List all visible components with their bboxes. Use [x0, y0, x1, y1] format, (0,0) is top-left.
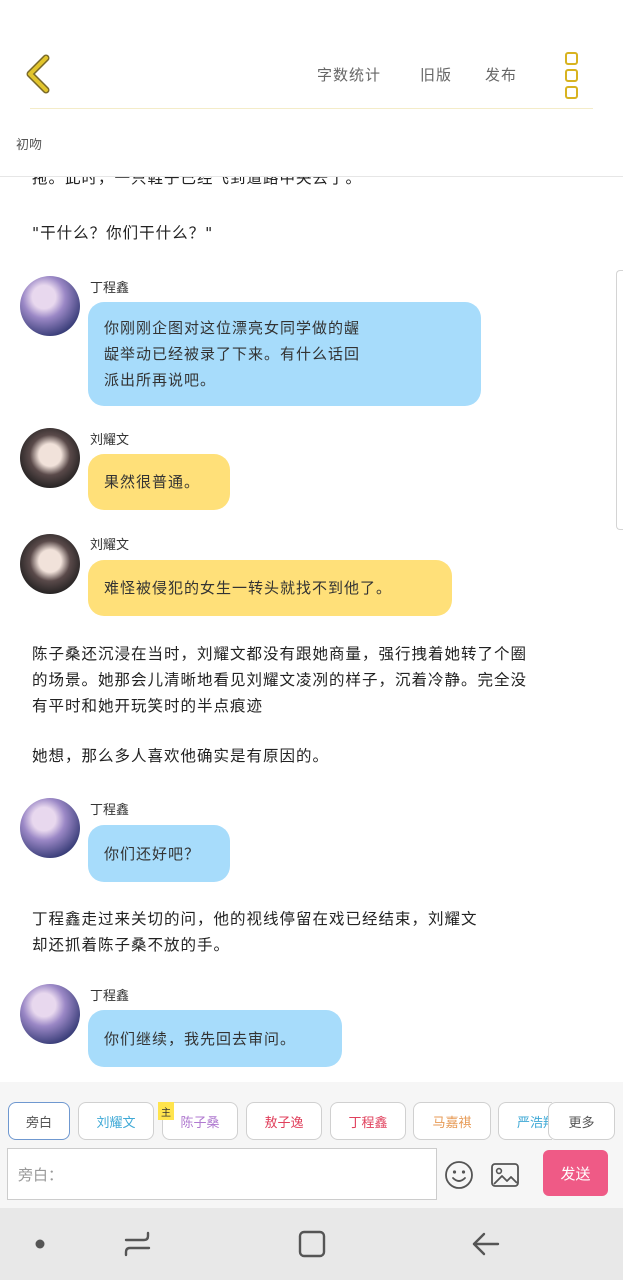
- narration-line: 的场景。她那会儿清晰地看见刘耀文凌冽的样子，沉着冷静。完全没: [32, 671, 528, 689]
- avatar-ding[interactable]: [20, 798, 80, 858]
- speaker-name: 丁程鑫: [90, 803, 130, 818]
- smiley-icon: [445, 1161, 473, 1189]
- send-button[interactable]: 发送: [543, 1150, 608, 1196]
- speaker-name: 刘耀文: [90, 433, 130, 448]
- home-square-icon: [298, 1230, 326, 1258]
- home-button[interactable]: [292, 1226, 332, 1262]
- back-button[interactable]: [22, 52, 58, 96]
- message-text: 你们还好吧？: [104, 844, 201, 863]
- narration-line: 陈子桑还沉浸在当时，刘耀文都没有跟她商量，强行拽着她转了个圈: [32, 645, 528, 663]
- more-menu-button[interactable]: [565, 52, 581, 99]
- avatar-ding[interactable]: [20, 276, 80, 336]
- story-content: 拖。此时，一只鞋子已经飞到道路中央去了。 "干什么？你们干什么？" 丁程鑫 你刚…: [0, 177, 623, 1082]
- message-line: 派出所再说吧。: [104, 371, 217, 389]
- role-chip-ao[interactable]: 敖子逸: [246, 1102, 322, 1140]
- message-bubble[interactable]: 你们继续，我先回去审问。: [88, 1010, 342, 1067]
- avatar-liu[interactable]: [20, 534, 80, 594]
- emoji-button[interactable]: [444, 1160, 474, 1190]
- message-line: 你刚刚企图对这位漂亮女同学做的龌: [104, 319, 361, 337]
- recent-apps-icon: [124, 1231, 151, 1257]
- image-icon: [491, 1163, 519, 1187]
- top-bar: 字数统计 旧版 发布: [0, 0, 623, 110]
- narration-line: 却还抓着陈子桑不放的手。: [32, 936, 231, 954]
- role-chip-aside[interactable]: 旁白: [8, 1102, 70, 1140]
- avatar-liu[interactable]: [20, 428, 80, 488]
- message-bubble[interactable]: 你刚刚企图对这位漂亮女同学做的龌 龊举动已经被录了下来。有什么话回 派出所再说吧…: [88, 302, 481, 406]
- message-bubble[interactable]: 难怪被侵犯的女生一转头就找不到他了。: [88, 560, 452, 616]
- recent-apps-button[interactable]: [118, 1226, 158, 1262]
- main-role-tag: 主: [158, 1102, 174, 1120]
- system-nav-bar: [0, 1208, 623, 1280]
- speaker-name: 丁程鑫: [90, 281, 130, 296]
- more-roles-button[interactable]: 更多: [548, 1102, 615, 1140]
- narration-partial: 拖。此时，一只鞋子已经飞到道路中央去了。: [32, 177, 363, 187]
- word-count-button[interactable]: 字数统计: [317, 64, 381, 85]
- role-chip-yan[interactable]: 严浩翔: [498, 1102, 552, 1140]
- input-placeholder: 旁白：: [18, 1165, 64, 1184]
- avatar-ding[interactable]: [20, 984, 80, 1044]
- narration-line: 有平时和她开玩笑时的半点痕迹: [32, 697, 264, 715]
- composer-panel: 旁白 刘耀文 陈子桑 主 敖子逸 丁程鑫 马嘉祺 严浩翔 更多 旁白： 发送: [0, 1082, 623, 1208]
- message-line: 龊举动已经被录了下来。有什么话回: [104, 345, 361, 363]
- nav-dot-button[interactable]: [20, 1226, 60, 1262]
- message-text: 果然很普通。: [104, 473, 201, 491]
- speaker-name: 刘耀文: [90, 538, 130, 553]
- role-chip-ding[interactable]: 丁程鑫: [330, 1102, 406, 1140]
- message-text: 你们继续，我先回去审问。: [104, 1029, 297, 1048]
- narration-paragraph: 陈子桑还沉浸在当时，刘耀文都没有跟她商量，强行拽着她转了个圈 的场景。她那会儿清…: [32, 641, 527, 719]
- header-divider: [30, 108, 593, 109]
- role-chip-ma[interactable]: 马嘉祺: [413, 1102, 491, 1140]
- old-version-button[interactable]: 旧版: [420, 64, 452, 85]
- role-chip-liu[interactable]: 刘耀文: [78, 1102, 154, 1140]
- speaker-name: 丁程鑫: [90, 989, 130, 1004]
- more-vertical-icon: [565, 52, 581, 99]
- narration-line: 她想，那么多人喜欢他确实是有原因的。: [32, 747, 330, 765]
- dot-icon: [35, 1239, 45, 1249]
- image-button[interactable]: [490, 1161, 520, 1189]
- message-bubble[interactable]: 你们还好吧？: [88, 825, 230, 882]
- back-nav-button[interactable]: [466, 1226, 506, 1262]
- message-bubble[interactable]: 果然很普通。: [88, 454, 230, 510]
- back-arrow-icon: [472, 1232, 500, 1256]
- chevron-left-icon: [26, 54, 50, 94]
- message-text: 难怪被侵犯的女生一转头就找不到他了。: [104, 579, 393, 597]
- narration-line: 丁程鑫走过来关切的问，他的视线停留在戏已经结束，刘耀文: [32, 910, 478, 928]
- publish-button[interactable]: 发布: [485, 64, 517, 85]
- narration-line: "干什么？你们干什么？": [32, 224, 214, 242]
- chapter-title: 初吻: [16, 138, 43, 153]
- message-input[interactable]: 旁白：: [7, 1148, 437, 1200]
- scrollbar[interactable]: [616, 270, 623, 530]
- narration-paragraph: 丁程鑫走过来关切的问，他的视线停留在戏已经结束，刘耀文 却还抓着陈子桑不放的手。: [32, 906, 478, 958]
